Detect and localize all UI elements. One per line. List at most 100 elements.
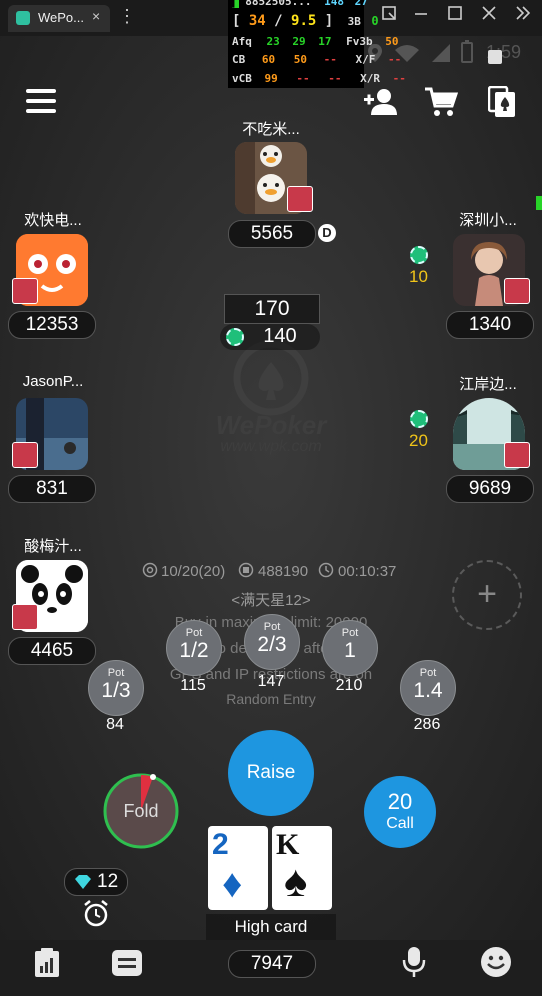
call-label: Call: [386, 815, 414, 832]
clock-icon: [318, 562, 334, 583]
hud-xf-value: --: [388, 53, 402, 66]
stats-chart-icon[interactable]: [34, 948, 60, 983]
seat-left1-stack: 12353: [8, 311, 96, 339]
hud-cb-3: --: [323, 53, 337, 66]
card-suit-diamond-icon: ♦: [222, 862, 243, 906]
pot-button-label: Pot: [263, 621, 281, 633]
stats-hud: ▍ 8852505... 148 27 [ 34 / 9.5 ] 3B 0 Af…: [228, 0, 406, 88]
call-button[interactable]: 20 Call: [364, 776, 436, 848]
minimize-icon[interactable]: [408, 4, 434, 29]
card-suit-spade-icon: ♠: [284, 857, 308, 906]
screenshot-icon[interactable]: [488, 50, 502, 64]
rule-random-entry: Random Entry: [226, 691, 316, 707]
maximize-icon[interactable]: [442, 4, 468, 29]
pot-1-2-button[interactable]: Pot 1/2: [166, 620, 222, 676]
battery-icon: [460, 40, 474, 69]
hud-fv3b-value: 50: [385, 35, 399, 48]
hud-cb-2: 50: [293, 53, 307, 66]
tab-close-button[interactable]: ×: [92, 8, 100, 24]
seat-left3-name: 酸梅汁...: [24, 538, 82, 555]
hud-vcb-3: --: [328, 72, 342, 85]
seat-left1-name: 欢快电...: [24, 212, 82, 229]
hud-cb-label: CB: [232, 53, 246, 66]
pot-1-2-value: 115: [180, 677, 206, 694]
microphone-icon[interactable]: [402, 946, 426, 983]
side-indicator: [536, 196, 542, 210]
seat-top-name: 不吃米...: [242, 121, 300, 138]
hud-pfr: 9.5: [291, 13, 317, 29]
seat-right2-cards-icon: [504, 442, 530, 468]
seat-left2-name: JasonP...: [22, 373, 84, 390]
table-elapsed: 00:10:37: [338, 563, 397, 580]
diamond-balance[interactable]: 12: [64, 868, 128, 896]
card-rules-icon[interactable]: [487, 85, 516, 123]
pot-button-fraction: 2/3: [257, 633, 287, 656]
pot-1-4-button[interactable]: Pot 1.4: [400, 660, 456, 716]
pot-chip-icon: [226, 328, 244, 346]
hud-afq-label: Afq: [232, 35, 252, 48]
pot-1-3-value: 84: [106, 716, 124, 733]
watermark-url: www.wpk.com: [220, 438, 322, 455]
diamond-count: 12: [97, 871, 119, 892]
alarm-clock-icon[interactable]: [82, 900, 110, 933]
seat-right1-bet-chip-icon: [410, 246, 428, 264]
seat-right1-cards-icon: [504, 278, 530, 304]
table-blinds: 10/20(20): [161, 563, 226, 580]
pot-button-label: Pot: [185, 627, 203, 639]
hud-hands: 148: [324, 0, 344, 8]
seat-left1-cards-icon: [12, 278, 38, 304]
expand-sidebar-icon[interactable]: [510, 4, 536, 29]
hud-vpip: 34: [248, 13, 266, 29]
blinds-icon: [142, 562, 158, 583]
pot-button-fraction: 1.4: [413, 679, 443, 702]
emoji-icon[interactable]: [480, 946, 512, 983]
raise-button[interactable]: Raise: [228, 730, 314, 816]
browser-tab[interactable]: WePo... ×: [8, 5, 110, 32]
seat-top-stack: 5565: [228, 220, 316, 248]
player-stack: 7947: [228, 950, 316, 978]
fold-button[interactable]: Fold: [102, 772, 180, 850]
hud-bracket: [: [232, 13, 241, 29]
pot-button-fraction: 1: [344, 639, 356, 662]
hud-xf-label: X/F: [355, 53, 376, 66]
table-id-icon: [238, 562, 254, 583]
shop-cart-icon[interactable]: [424, 86, 459, 123]
table-id: 488190: [258, 563, 309, 580]
pot-2-3-button[interactable]: Pot 2/3: [244, 614, 300, 670]
pot-button-label: Pot: [107, 667, 125, 679]
pot-1-3-button[interactable]: Pot 1/3: [88, 660, 144, 716]
empty-seat-add-button[interactable]: +: [452, 560, 522, 630]
hud-cb-1: 60: [261, 53, 276, 66]
seat-top-cards-icon: [287, 186, 313, 212]
seat-right1-stack: 1340: [446, 311, 534, 339]
hud-afq-1: 23: [266, 35, 280, 48]
fold-label: Fold: [123, 801, 159, 821]
card-rank: 2: [212, 828, 229, 861]
hud-3b-label: 3B: [347, 15, 361, 28]
popout-icon[interactable]: [376, 4, 402, 29]
signal-icon: [430, 42, 452, 69]
hamburger-menu-icon[interactable]: [26, 88, 56, 119]
pot-button-fraction: 1/3: [101, 679, 131, 702]
hud-player-id: 8852505...: [245, 0, 312, 8]
app-logo-icon: [16, 11, 30, 25]
hud-fv3b-label: Fv3b: [346, 35, 373, 48]
pot-1-4-value: 286: [413, 716, 441, 733]
chat-message-icon[interactable]: [112, 950, 142, 981]
hud-xr-value: --: [392, 72, 406, 85]
add-friend-icon[interactable]: [364, 88, 398, 121]
close-window-icon[interactable]: [476, 4, 502, 29]
pot-full-button[interactable]: Pot 1: [322, 620, 378, 676]
seat-right2-bet-chip-icon: [410, 410, 428, 428]
pot-full-value: 210: [335, 677, 363, 694]
window-menu-button[interactable]: ⋮: [118, 6, 136, 27]
hud-3b-value: 0: [371, 14, 379, 28]
hud-afq-3: 17: [318, 35, 332, 48]
seat-left2-cards-icon: [12, 442, 38, 468]
seat-right1-name: 深圳小...: [459, 212, 517, 229]
dealer-button-icon: D: [318, 224, 336, 242]
hud-xr-label: X/R: [360, 72, 380, 85]
hud-value: 27: [354, 0, 368, 8]
hole-card-2: K ♠: [272, 826, 332, 910]
hole-card-1: 2 ♦: [208, 826, 268, 910]
